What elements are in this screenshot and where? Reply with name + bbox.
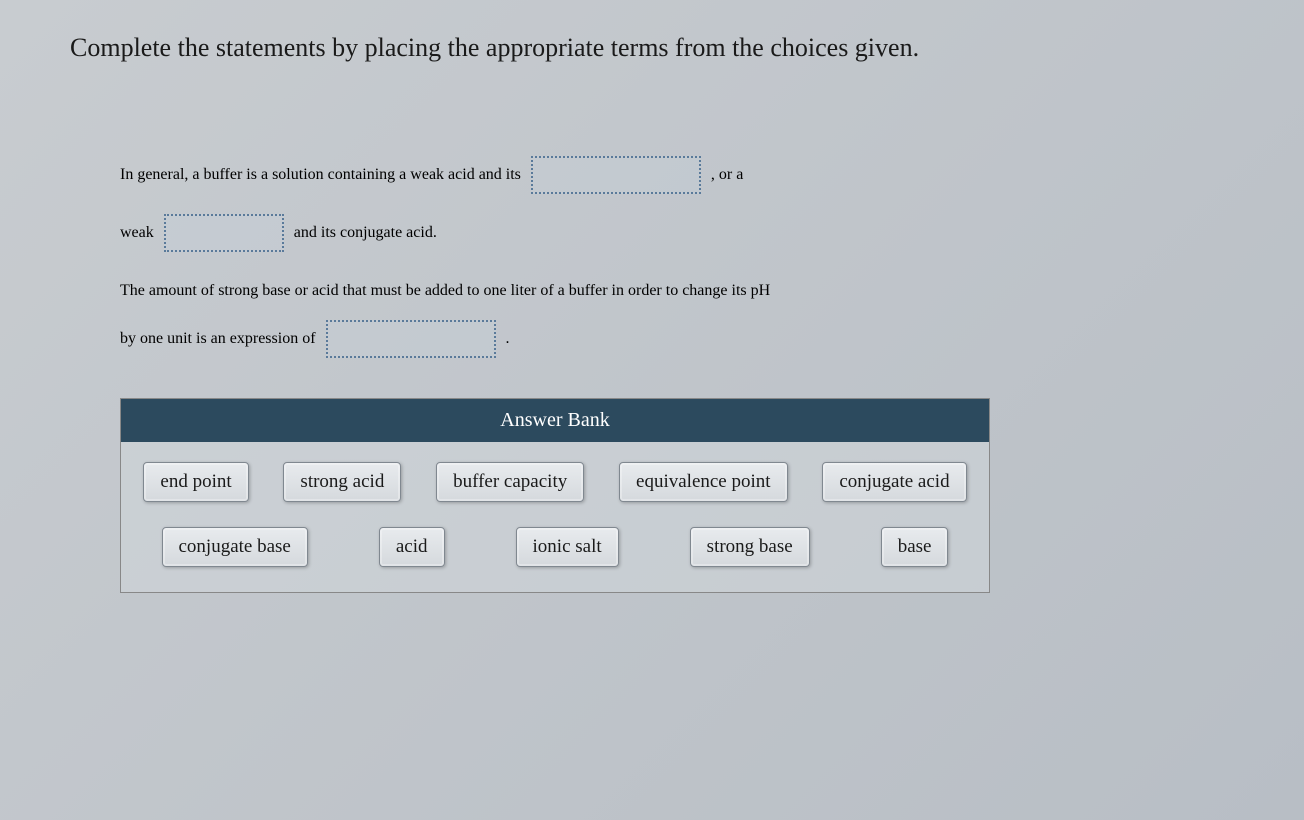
answer-bank-title: Answer Bank [121,399,989,442]
drop-zone-1[interactable] [531,156,701,194]
instruction-text: Complete the statements by placing the a… [0,0,1304,76]
answer-chip-conjugate-acid[interactable]: conjugate acid [822,462,966,502]
content-area: In general, a buffer is a solution conta… [120,156,1184,593]
answer-bank: Answer Bank end point strong acid buffer… [120,398,990,593]
answer-chip-strong-base[interactable]: strong base [690,527,810,567]
answer-chip-strong-acid[interactable]: strong acid [283,462,401,502]
answer-chip-ionic-salt[interactable]: ionic salt [516,527,619,567]
answer-bank-body: end point strong acid buffer capacity eq… [121,442,989,592]
drop-zone-3[interactable] [326,320,496,358]
statement-line-4: by one unit is an expression of . [120,320,1184,358]
answer-chip-end-point[interactable]: end point [143,462,248,502]
statement-line-3: The amount of strong base or acid that m… [120,282,1184,300]
statement-line-1: In general, a buffer is a solution conta… [120,156,1184,194]
drop-zone-2[interactable] [164,214,284,252]
statement-segment: , or a [711,166,743,184]
answer-chip-buffer-capacity[interactable]: buffer capacity [436,462,584,502]
statement-segment: . [506,330,510,348]
statement-segment: weak [120,224,154,242]
statement-segment: by one unit is an expression of [120,330,316,348]
statement-segment: The amount of strong base or acid that m… [120,282,770,300]
statement-segment: In general, a buffer is a solution conta… [120,166,521,184]
answer-chip-equivalence-point[interactable]: equivalence point [619,462,788,502]
answer-row-1: end point strong acid buffer capacity eq… [136,462,974,502]
statement-line-2: weak and its conjugate acid. [120,214,1184,252]
answer-chip-acid[interactable]: acid [379,527,445,567]
answer-chip-conjugate-base[interactable]: conjugate base [162,527,308,567]
statement-segment: and its conjugate acid. [294,224,437,242]
answer-row-2: conjugate base acid ionic salt strong ba… [136,527,974,567]
answer-chip-base[interactable]: base [881,527,949,567]
